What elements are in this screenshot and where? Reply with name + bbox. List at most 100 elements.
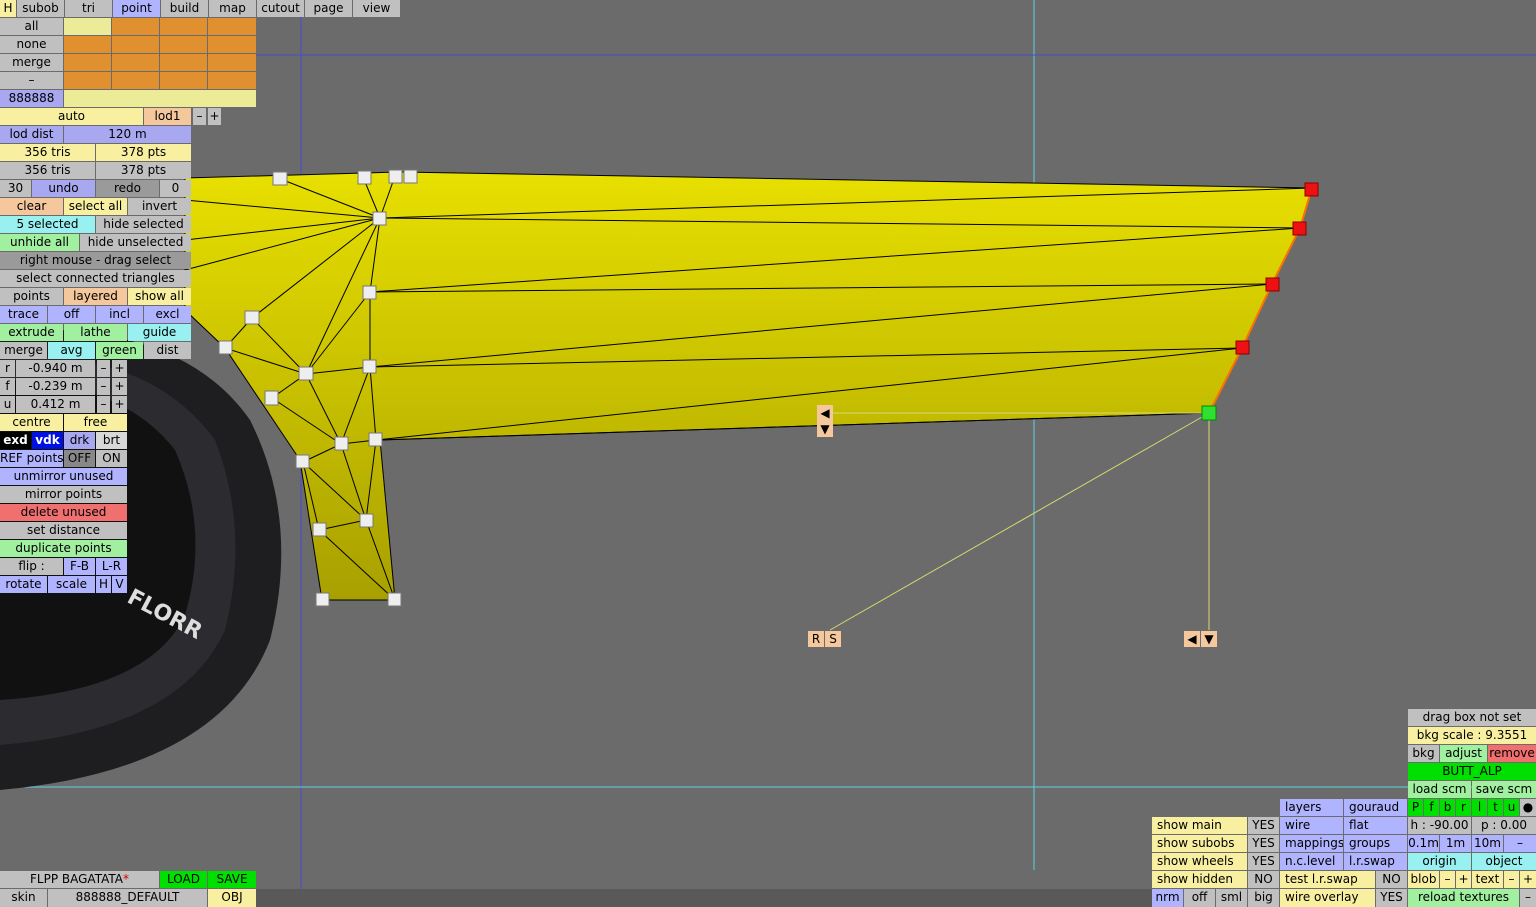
clear-button[interactable]: clear [0, 198, 63, 215]
lod-dist-value[interactable]: 120 m [64, 126, 191, 143]
h-toggle[interactable]: H [96, 576, 111, 593]
model-name[interactable]: FLPP BAGATATA* [0, 871, 159, 888]
view-p-button[interactable]: P [1408, 799, 1423, 816]
gizmo-left2-handle[interactable]: ◀ [1184, 631, 1200, 647]
flat-button[interactable]: flat [1344, 817, 1407, 834]
extrude-button[interactable]: extrude [0, 324, 63, 341]
load-button[interactable]: LOAD [160, 871, 207, 888]
select-connected-button[interactable]: select connected triangles [0, 270, 191, 287]
unmirror-unused-button[interactable]: unmirror unused [0, 468, 127, 485]
duplicate-points-button[interactable]: duplicate points [0, 540, 127, 557]
show-subobs-toggle[interactable]: YES [1248, 835, 1279, 852]
wire-button[interactable]: wire [1280, 817, 1343, 834]
brt-button[interactable]: brt [96, 432, 127, 449]
color-swatch[interactable] [112, 18, 159, 35]
tab-tri[interactable]: tri [65, 0, 112, 17]
gizmo-rotate-handle[interactable]: R [808, 631, 824, 647]
color-swatch[interactable] [112, 54, 159, 71]
layered-button[interactable]: layered [64, 288, 127, 305]
hide-selected-button[interactable]: hide selected [96, 216, 191, 233]
color-swatch[interactable] [160, 18, 207, 35]
obj-button[interactable]: OBJ [208, 889, 256, 907]
blob-minus-button[interactable]: – [1440, 871, 1455, 888]
reload-minus-button[interactable]: – [1520, 889, 1536, 907]
blob-plus-button[interactable]: + [1456, 871, 1471, 888]
hide-unselected-button[interactable]: hide unselected [80, 234, 191, 251]
delete-unused-button[interactable]: delete unused [0, 504, 127, 521]
tab-point[interactable]: point [113, 0, 160, 17]
skin-value[interactable]: 888888_DEFAULT [48, 889, 207, 907]
show-wheels-toggle[interactable]: YES [1248, 853, 1279, 870]
lod1-button[interactable]: lod1 [144, 108, 191, 125]
heading-value[interactable]: h : -90.00 [1408, 817, 1471, 834]
show-all-button[interactable]: show all [128, 288, 191, 305]
groups-button[interactable]: groups [1344, 835, 1407, 852]
merge-button[interactable]: merge [0, 54, 63, 71]
select-all-button[interactable]: all [0, 18, 63, 35]
guide-button[interactable]: guide [128, 324, 191, 341]
color-swatch[interactable] [64, 54, 111, 71]
bkg-scale[interactable]: bkg scale : 9.3551 [1408, 727, 1536, 744]
bkg-button[interactable]: bkg [1408, 745, 1439, 762]
gizmo-down2-handle[interactable]: ▼ [1201, 631, 1217, 647]
butt-alp-button[interactable]: BUTT_ALP [1408, 763, 1536, 780]
coord-f-plus[interactable]: + [112, 378, 127, 395]
redo-button[interactable]: redo [96, 180, 159, 197]
gizmo-left-handle[interactable]: ◀ [817, 405, 833, 421]
step-1m-button[interactable]: 1m [1440, 835, 1471, 852]
scale-button[interactable]: scale [48, 576, 95, 593]
rotate-button[interactable]: rotate [0, 576, 47, 593]
green-button[interactable]: green [96, 342, 143, 359]
color-swatch[interactable] [112, 36, 159, 53]
exd-button[interactable]: exd [0, 432, 31, 449]
vdk-button[interactable]: vdk [32, 432, 63, 449]
lod-auto-button[interactable]: auto [0, 108, 143, 125]
flip-fb-button[interactable]: F-B [64, 558, 95, 575]
nrm-button[interactable]: nrm [1152, 889, 1183, 907]
view-f-button[interactable]: f [1424, 799, 1439, 816]
save-button[interactable]: SAVE [208, 871, 256, 888]
color-swatch[interactable] [64, 72, 111, 89]
tab-view[interactable]: view [353, 0, 400, 17]
trace-excl-button[interactable]: excl [144, 306, 191, 323]
view-dot-button[interactable]: ● [1520, 799, 1536, 816]
layers-button[interactable]: layers [1280, 799, 1343, 816]
undo-button[interactable]: undo [32, 180, 95, 197]
tab-build[interactable]: build [161, 0, 208, 17]
coord-r-value[interactable]: -0.940 m [16, 360, 95, 377]
trace-button[interactable]: trace [0, 306, 47, 323]
view-b-button[interactable]: b [1440, 799, 1455, 816]
color-swatch[interactable] [64, 18, 111, 35]
tab-map[interactable]: map [209, 0, 256, 17]
text-plus-button[interactable]: + [1520, 871, 1536, 888]
coord-u-value[interactable]: 0.412 m [16, 396, 95, 413]
coord-u-plus[interactable]: + [112, 396, 127, 413]
select-all-points-button[interactable]: select all [64, 198, 127, 215]
dash-button[interactable]: – [0, 72, 63, 89]
dist-button[interactable]: dist [144, 342, 191, 359]
color-swatch[interactable] [208, 36, 256, 53]
color-swatch[interactable] [208, 18, 256, 35]
show-main-toggle[interactable]: YES [1248, 817, 1279, 834]
mappings-button[interactable]: mappings [1280, 835, 1343, 852]
merge-points-button[interactable]: merge [0, 342, 47, 359]
coord-f-value[interactable]: -0.239 m [16, 378, 95, 395]
step-10m-button[interactable]: 10m [1472, 835, 1503, 852]
ref-on-button[interactable]: ON [96, 450, 127, 467]
show-hidden-toggle[interactable]: NO [1248, 871, 1279, 888]
big-button[interactable]: big [1248, 889, 1279, 907]
view-r-button[interactable]: r [1456, 799, 1471, 816]
color-code[interactable]: 888888 [0, 90, 63, 107]
lr-swap-button[interactable]: l.r.swap [1344, 853, 1407, 870]
color-swatch[interactable] [160, 54, 207, 71]
object-button[interactable]: object [1472, 853, 1536, 870]
invert-button[interactable]: invert [128, 198, 191, 215]
lod-minus-button[interactable]: – [193, 108, 206, 125]
centre-button[interactable]: centre [0, 414, 63, 431]
text-minus-button[interactable]: – [1504, 871, 1519, 888]
view-u-button[interactable]: u [1504, 799, 1519, 816]
gizmo-scale-handle[interactable]: S [825, 631, 841, 647]
unhide-all-button[interactable]: unhide all [0, 234, 79, 251]
reload-textures-button[interactable]: reload textures [1408, 889, 1519, 907]
coord-u-minus[interactable]: – [97, 396, 110, 413]
